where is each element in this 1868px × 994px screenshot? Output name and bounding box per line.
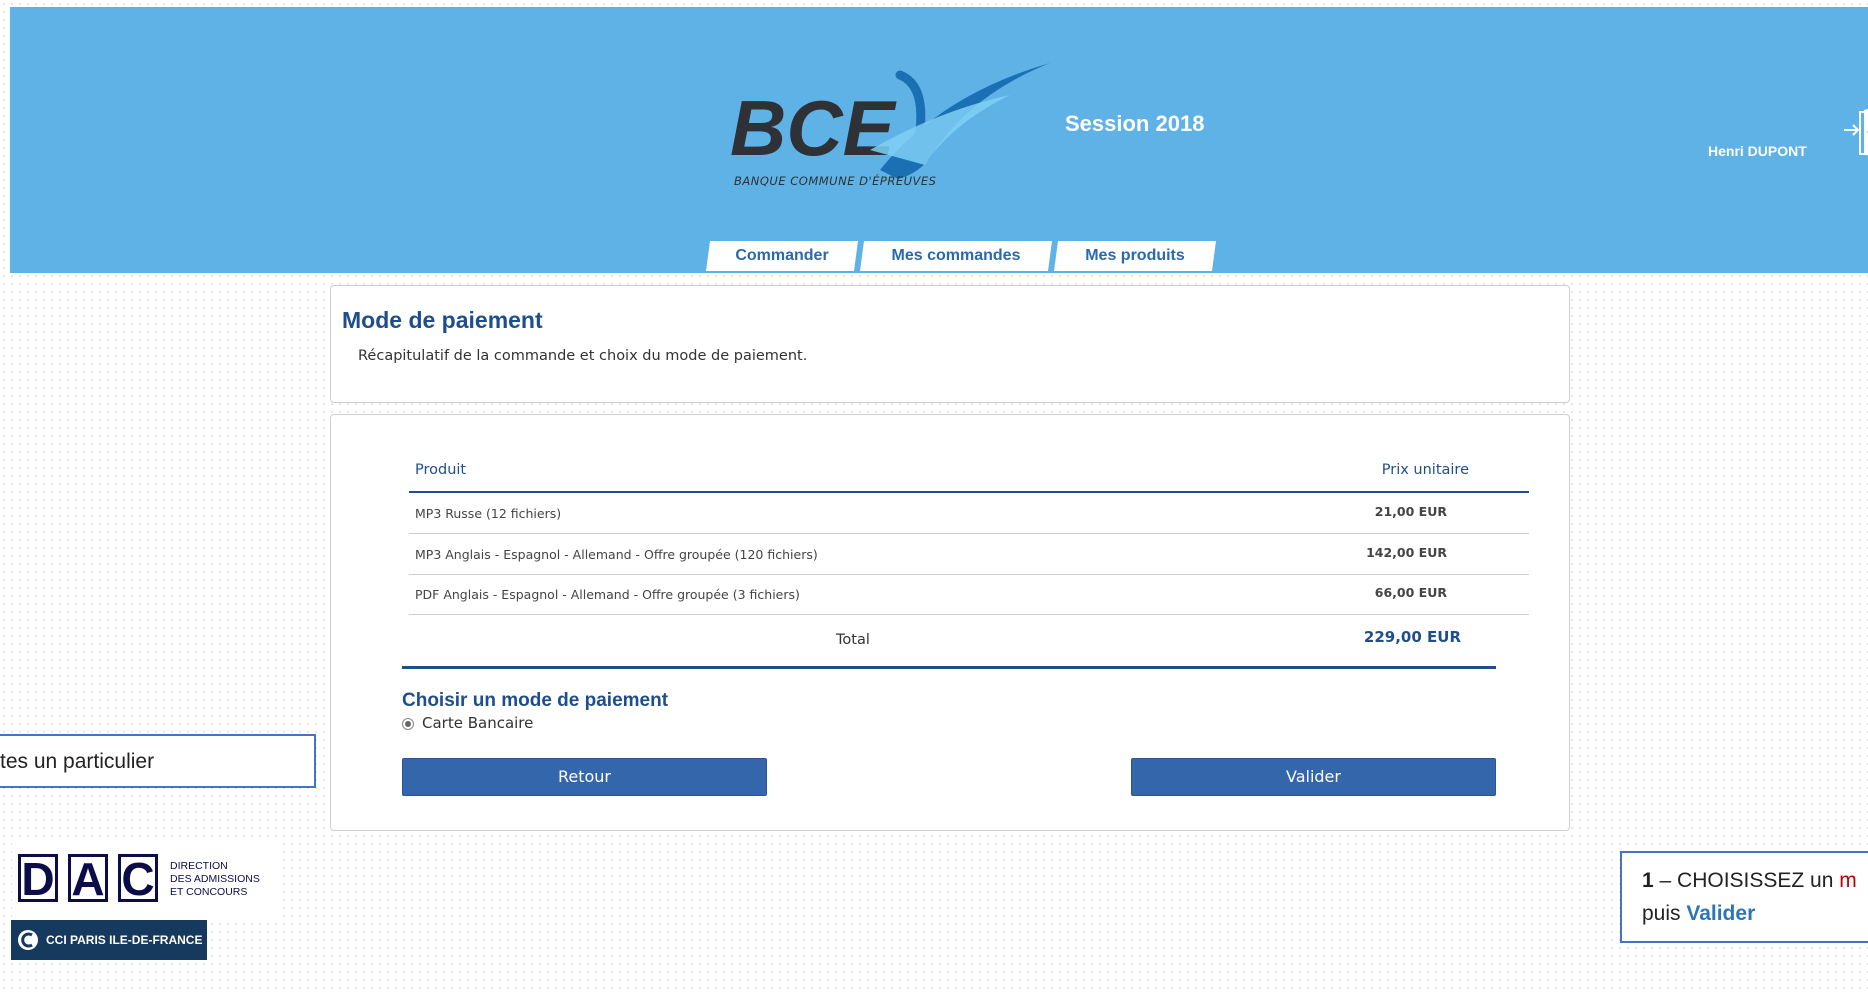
product-price: 142,00 EUR [1366,545,1447,560]
payment-option-card[interactable]: Carte Bancaire [402,714,533,732]
product-price: 21,00 EUR [1374,504,1447,519]
payment-title: Choisir un mode de paiement [402,690,669,711]
total-value: 229,00 EUR [1363,628,1461,646]
callout-right-line1: 1 – CHOISISSEZ un m [1642,869,1857,893]
dac-letter: D [18,854,58,902]
table-row: MP3 Anglais - Espagnol - Allemand - Offr… [409,534,1529,575]
dac-letter: C [118,854,158,902]
column-header-product: Produit [415,462,467,478]
callout-instruction: – CHOISISSEZ un [1653,869,1840,892]
dac-letter: A [68,854,108,902]
session-label: Session 2018 [1065,111,1205,136]
validate-button[interactable]: Valider [1131,758,1496,796]
callout-valider: Valider [1686,902,1756,925]
column-header-price: Prix unitaire [1381,462,1469,478]
bce-logo-text: BCE [730,84,897,172]
product-name: PDF Anglais - Espagnol - Allemand - Offr… [415,587,800,602]
dac-text: DIRECTION DES ADMISSIONS ET CONCOURS [170,860,260,899]
dac-line: DES ADMISSIONS [170,873,260,885]
callout-step-number: 1 [1642,869,1654,892]
payment-option-label: Carte Bancaire [422,714,534,732]
callout-cut-text: m [1839,869,1857,892]
dac-line: DIRECTION [170,860,228,872]
tab-mes-commandes[interactable]: Mes commandes [860,241,1052,271]
order-card: Produit Prix unitaire MP3 Russe (12 fich… [330,414,1570,831]
page-title: Mode de paiement [342,307,543,333]
product-name: MP3 Anglais - Espagnol - Allemand - Offr… [415,547,818,562]
total-divider [402,666,1496,669]
product-name: MP3 Russe (12 fichiers) [415,506,562,521]
cci-label: CCI PARIS ILE-DE-FRANCE [46,933,203,947]
cci-logo: CCI PARIS ILE-DE-FRANCE [11,920,207,960]
intro-card: Mode de paiement Récapitulatif de la com… [330,285,1570,403]
dac-logo: D A C DIRECTION DES ADMISSIONS ET CONCOU… [12,842,280,920]
logout-icon[interactable] [1842,104,1868,162]
logo-subtitle: BANQUE COMMUNE D'ÉPREUVES [734,174,937,188]
user-name: Henri DUPONT [1708,143,1807,159]
total-label: Total [836,632,870,648]
back-button[interactable]: Retour [402,758,767,796]
tab-mes-produits[interactable]: Mes produits [1054,241,1216,271]
page-description: Récapitulatif de la commande et choix du… [358,348,808,364]
page-header: BCE BANQUE COMMUNE D'ÉPREUVES Session 20… [10,7,1868,273]
table-row: PDF Anglais - Espagnol - Allemand - Offr… [409,574,1529,615]
table-row: MP3 Russe (12 fichiers) 21,00 EUR [409,493,1529,534]
radio-button[interactable] [402,717,414,730]
cci-icon [18,930,38,950]
callout-right: 1 – CHOISISSEZ un m puis Valider [1620,851,1868,943]
callout-then: puis [1642,902,1687,925]
product-price: 66,00 EUR [1374,585,1447,600]
dac-line: ET CONCOURS [170,886,248,898]
callout-left-text: tes un particulier [0,750,155,773]
callout-left: tes un particulier [0,734,316,788]
tab-commander[interactable]: Commander [706,241,858,271]
callout-right-line2: puis Valider [1642,902,1755,926]
